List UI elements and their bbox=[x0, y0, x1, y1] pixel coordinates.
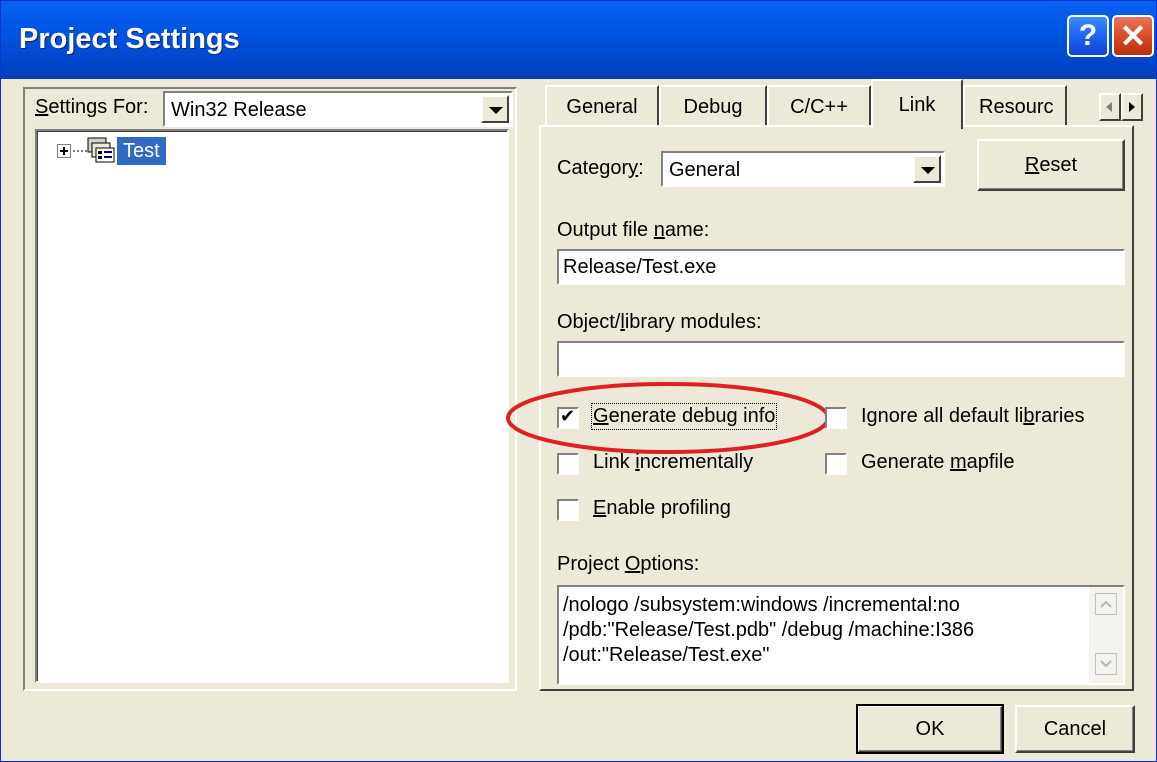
link-incrementally-checkbox[interactable] bbox=[557, 453, 579, 475]
ignore-default-libraries-checkbox[interactable] bbox=[825, 407, 847, 429]
enable-profiling-checkbox[interactable] bbox=[557, 499, 579, 521]
ignore-default-libraries-label[interactable]: Ignore all default libraries bbox=[861, 405, 1084, 428]
close-button[interactable]: ✕ bbox=[1112, 15, 1154, 57]
project-options-text: /nologo /subsystem:windows /incremental:… bbox=[563, 593, 1083, 668]
reset-button[interactable]: Reset bbox=[977, 139, 1125, 191]
project-options-line: /pdb:"Release/Test.pdb" /debug /machine:… bbox=[563, 619, 975, 641]
tab-resources[interactable]: Resourc bbox=[963, 85, 1067, 127]
settings-for-combo[interactable]: Win32 Release bbox=[163, 91, 513, 127]
tree-connector bbox=[73, 150, 87, 152]
object-library-modules-field[interactable] bbox=[557, 341, 1125, 377]
scroll-up-icon[interactable] bbox=[1095, 593, 1117, 615]
output-file-name-field[interactable]: Release/Test.exe bbox=[557, 249, 1125, 285]
project-options-line: /nologo /subsystem:windows /incremental:… bbox=[563, 594, 960, 616]
window-title: Project Settings bbox=[19, 23, 240, 55]
enable-profiling-label[interactable]: Enable profiling bbox=[593, 497, 731, 520]
settings-for-label-rest: ettings For: bbox=[48, 96, 149, 118]
highlight-ellipse bbox=[506, 382, 830, 454]
output-file-name-label: Output file name: bbox=[557, 219, 710, 241]
arrow-left-icon bbox=[1106, 102, 1112, 112]
category-combo[interactable]: General bbox=[661, 151, 945, 187]
chevron-down-icon bbox=[1100, 660, 1112, 668]
ok-button[interactable]: OK bbox=[856, 704, 1004, 754]
generate-mapfile-label[interactable]: Generate mapfile bbox=[861, 451, 1014, 474]
tree-item-test[interactable]: Test bbox=[117, 137, 166, 165]
settings-for-label: Settings For: bbox=[35, 96, 149, 118]
help-button[interactable]: ? bbox=[1067, 15, 1109, 57]
project-options-scrollbar[interactable] bbox=[1089, 587, 1123, 683]
project-options-label: Project Options: bbox=[557, 553, 700, 575]
project-icon bbox=[87, 137, 115, 163]
chevron-down-icon[interactable] bbox=[913, 155, 941, 183]
project-options-line: /out:"Release/Test.exe" bbox=[563, 644, 770, 666]
category-label: Category: bbox=[557, 157, 644, 179]
scroll-down-icon[interactable] bbox=[1095, 653, 1117, 675]
tab-c-cpp[interactable]: C/C++ bbox=[767, 85, 871, 127]
tab-debug[interactable]: Debug bbox=[659, 85, 767, 127]
chevron-down-icon[interactable] bbox=[481, 95, 509, 123]
tab-general[interactable]: General bbox=[545, 85, 659, 127]
cancel-button[interactable]: Cancel bbox=[1015, 705, 1135, 753]
project-tree[interactable]: Test bbox=[35, 129, 509, 683]
tab-scroll-left-icon[interactable] bbox=[1099, 93, 1121, 121]
category-value: General bbox=[669, 159, 741, 181]
generate-mapfile-checkbox[interactable] bbox=[825, 453, 847, 475]
object-library-modules-label: Object/library modules: bbox=[557, 311, 762, 333]
chevron-up-icon bbox=[1100, 600, 1112, 608]
title-bar[interactable]: Project Settings ? ✕ bbox=[1, 1, 1156, 79]
project-options-textarea[interactable]: /nologo /subsystem:windows /incremental:… bbox=[557, 585, 1125, 685]
tab-scroll-right-icon[interactable] bbox=[1121, 93, 1143, 121]
link-incrementally-label[interactable]: Link incrementally bbox=[593, 451, 753, 474]
settings-for-value: Win32 Release bbox=[171, 99, 307, 121]
tab-link[interactable]: Link bbox=[871, 79, 963, 129]
project-settings-dialog: Project Settings ? ✕ Settings For: Win32… bbox=[0, 0, 1157, 762]
expand-plus-icon[interactable] bbox=[57, 144, 71, 158]
arrow-right-icon bbox=[1129, 102, 1135, 112]
